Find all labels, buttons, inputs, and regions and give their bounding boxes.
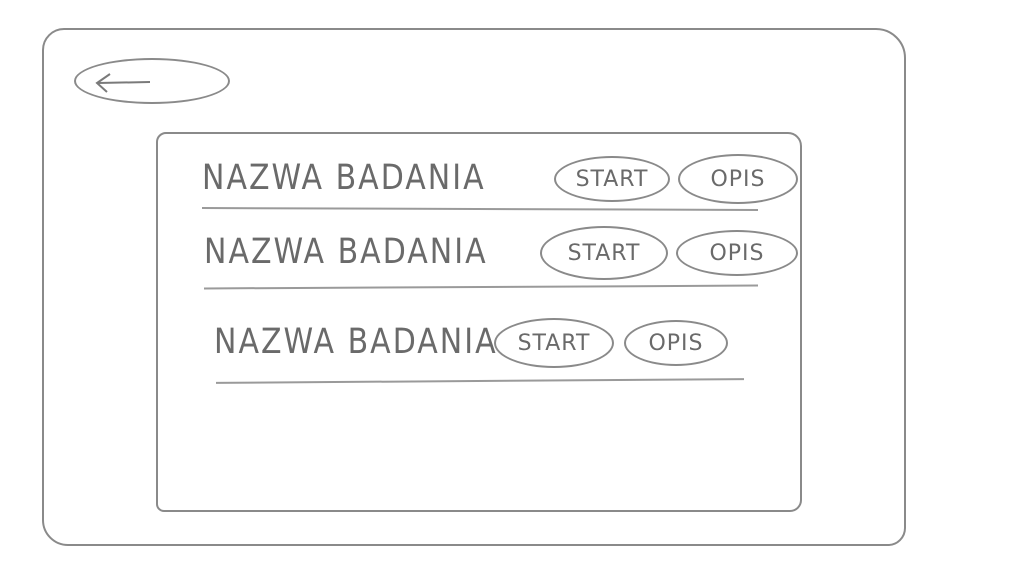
study-name: NAZWA BADANIA — [204, 231, 488, 272]
start-button[interactable]: START — [540, 226, 668, 280]
list-item: NAZWA BADANIA START OPIS — [214, 312, 774, 372]
start-button[interactable]: START — [494, 318, 614, 368]
study-list-panel: NAZWA BADANIA START OPIS NAZWA BADANIA S… — [156, 132, 802, 512]
description-button[interactable]: OPIS — [678, 154, 798, 204]
arrow-left-icon — [95, 73, 151, 93]
row-divider — [215, 378, 745, 384]
description-button[interactable]: OPIS — [676, 230, 798, 276]
back-button[interactable] — [74, 58, 230, 104]
study-name: NAZWA BADANIA — [214, 321, 498, 362]
start-button[interactable]: START — [554, 156, 670, 202]
list-item: NAZWA BADANIA START OPIS — [204, 222, 798, 282]
study-name: NAZWA BADANIA — [202, 157, 486, 198]
row-divider — [203, 284, 759, 290]
list-item: NAZWA BADANIA START OPIS — [202, 148, 798, 208]
description-button[interactable]: OPIS — [624, 320, 728, 366]
